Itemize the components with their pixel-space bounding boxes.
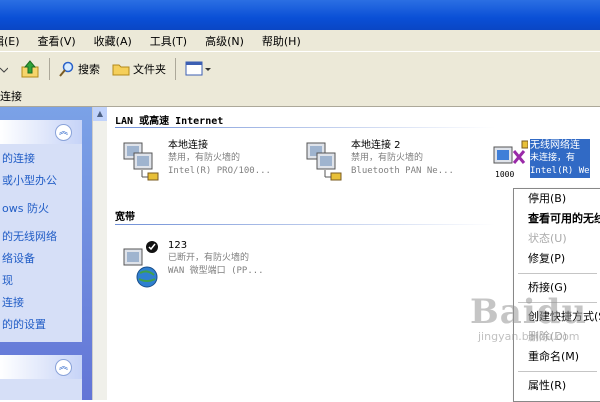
search-label: 搜索 (78, 63, 100, 76)
address-text: 连接 (0, 90, 22, 103)
task-item[interactable]: 的连接 (0, 148, 82, 170)
connection-device: WAN 微型端口 (PP... (168, 266, 264, 276)
wireless-connection-icon: 1000 (492, 139, 529, 183)
menu-item-properties[interactable]: 属性(R) (514, 376, 600, 396)
connection-item-wireless[interactable]: 1000 无线网络连 未连接，有 Intel(R) We (492, 139, 590, 183)
menu-view[interactable]: 查看(V) (29, 33, 85, 49)
folders-button[interactable]: 文件夹 (106, 61, 172, 77)
toolbar-separator (175, 58, 176, 80)
toolbar: 搜索 文件夹 (0, 51, 600, 87)
menu-help[interactable]: 帮助(H) (253, 33, 310, 49)
connection-item[interactable]: 本地连接 2 禁用，有防火墙的 Bluetooth PAN Ne... (305, 139, 454, 183)
menu-advanced[interactable]: 高级(N) (196, 33, 253, 49)
task-item[interactable]: 或小型办公 (0, 170, 82, 192)
task-item[interactable]: 连接 (0, 292, 82, 314)
menu-item-status[interactable]: 状态(U) (514, 229, 600, 249)
connection-name: 本地连接 2 (351, 140, 401, 151)
views-button[interactable] (179, 60, 217, 78)
connection-device: Intel(R) PRO/100... (168, 166, 271, 176)
watermark-logo: Baidu (470, 292, 588, 332)
scrollbar[interactable]: ▲ (92, 107, 107, 400)
task-item[interactable]: 现 (0, 270, 82, 292)
connection-status: 已断开，有防火墙的 (168, 253, 250, 263)
menu-separator (518, 273, 597, 274)
scroll-up-icon[interactable]: ▲ (93, 107, 107, 121)
task-item[interactable]: 的无线网络 (0, 226, 82, 248)
connection-name: 本地连接 (168, 140, 208, 151)
menu-item-view-wireless[interactable]: 查看可用的无线网络 (514, 209, 600, 229)
folder-up-icon (21, 60, 39, 78)
group-header-lan: LAN 或高速 Internet (115, 116, 224, 127)
connection-status: 未连接，有 (530, 152, 590, 165)
menu-bar: 编辑(E) 查看(V) 收藏(A) 工具(T) 高级(N) 帮助(H) (0, 30, 600, 51)
group-header-broadband: 宽带 (115, 212, 135, 223)
task-item[interactable]: 络设备 (0, 248, 82, 270)
address-bar[interactable]: 连接 (0, 86, 600, 107)
task-pane: ︽ 的连接 或小型办公 ows 防火 的无线网络 络设备 现 连接 的的设置 ︽ (0, 107, 92, 400)
menu-item-rename[interactable]: 重命名(M) (514, 347, 600, 367)
menu-item-repair[interactable]: 修复(P) (514, 249, 600, 269)
lan-connection-icon (305, 139, 345, 183)
menu-separator (518, 371, 597, 372)
menu-edit[interactable]: 编辑(E) (0, 33, 29, 49)
task-item[interactable]: ows 防火 (0, 198, 82, 220)
search-button[interactable]: 搜索 (53, 61, 106, 77)
panel-header[interactable]: ︽ (0, 120, 82, 144)
panel-header[interactable]: ︽ (0, 355, 82, 379)
connection-name: 无线网络连 (530, 139, 590, 152)
other-places-panel: ︽ (0, 355, 82, 400)
lan-connection-icon (122, 139, 162, 183)
connection-status: 禁用，有防火墙的 (351, 153, 424, 163)
connection-device: Intel(R) We (530, 165, 590, 178)
views-icon (185, 61, 211, 76)
broadband-connection-icon (122, 239, 162, 288)
menu-item-disable[interactable]: 停用(B) (514, 189, 600, 209)
collapse-icon[interactable]: ︽ (55, 359, 72, 376)
watermark-url: jingyan.baidu.com (478, 330, 580, 343)
group-divider (115, 224, 495, 225)
menu-favorites[interactable]: 收藏(A) (85, 33, 141, 49)
up-button[interactable] (14, 59, 46, 79)
window-titlebar (0, 0, 600, 30)
toolbar-separator (49, 58, 50, 80)
menu-tools[interactable]: 工具(T) (141, 33, 196, 49)
network-tasks-panel: ︽ 的连接 或小型办公 ows 防火 的无线网络 络设备 现 连接 的的设置 (0, 120, 82, 342)
collapse-icon[interactable]: ︽ (55, 124, 72, 141)
group-divider (115, 127, 495, 128)
connection-device: Bluetooth PAN Ne... (351, 166, 454, 176)
connection-name: 123 (168, 240, 188, 251)
search-icon (59, 61, 74, 77)
folders-label: 文件夹 (133, 63, 166, 76)
wireless-extra: 1000 (495, 170, 515, 179)
connection-status: 禁用，有防火墙的 (168, 153, 241, 163)
chevron-down-icon (0, 67, 8, 73)
back-button[interactable] (0, 60, 14, 78)
connection-item[interactable]: 123 已断开，有防火墙的 WAN 微型端口 (PP... (122, 239, 264, 288)
connection-item[interactable]: 本地连接 禁用，有防火墙的 Intel(R) PRO/100... (122, 139, 271, 183)
task-item[interactable]: 的的设置 (0, 314, 82, 336)
folder-icon (112, 64, 130, 76)
